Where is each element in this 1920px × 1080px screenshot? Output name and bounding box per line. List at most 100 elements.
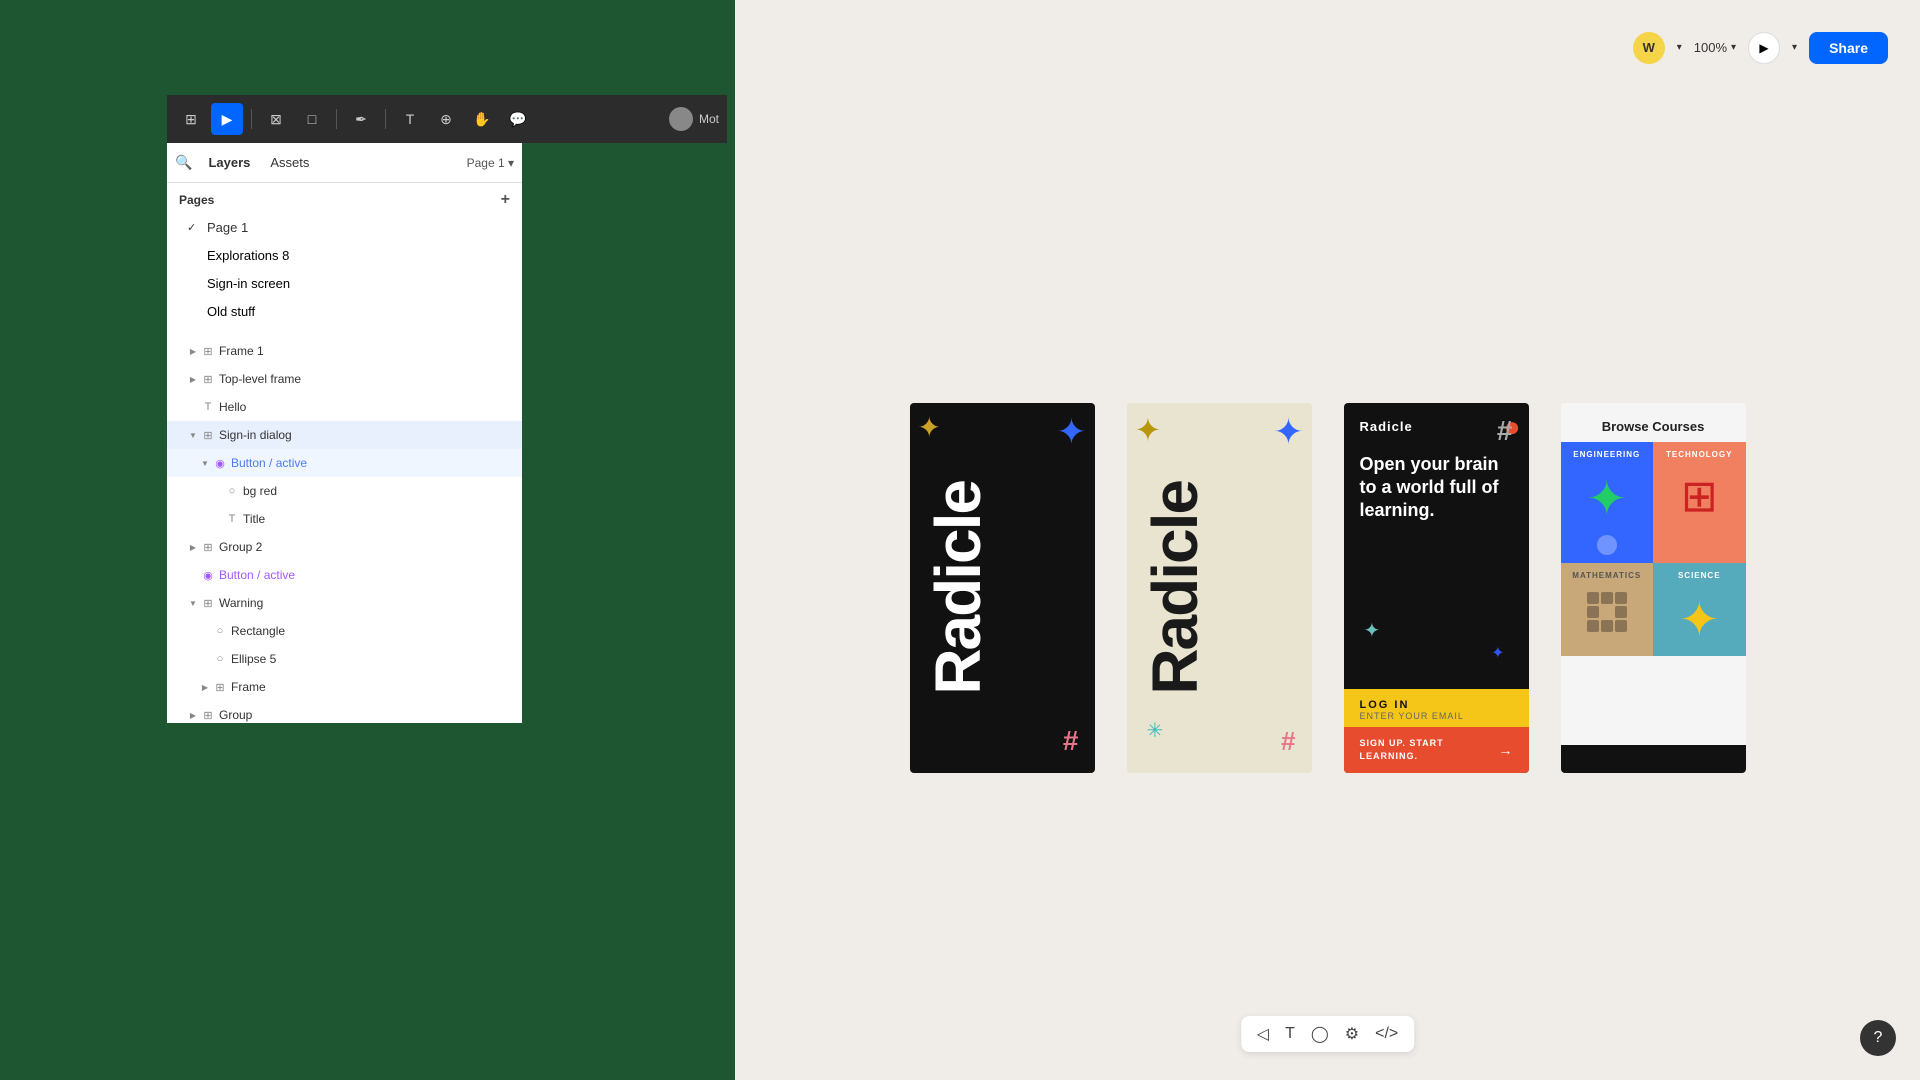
play-btn[interactable]: ▶ bbox=[1748, 32, 1780, 64]
share-btn[interactable]: Share bbox=[1809, 32, 1888, 64]
avatar-dropdown-icon[interactable]: ▾ bbox=[1677, 42, 1682, 53]
hand-tool-btn[interactable]: ✋ bbox=[466, 103, 498, 135]
pen-tool-btn[interactable]: ✒ bbox=[345, 103, 377, 135]
expand-icon-3: ▼ bbox=[187, 429, 199, 441]
rect-tool-btn[interactable]: □ bbox=[296, 103, 328, 135]
help-btn[interactable]: ? bbox=[1860, 1020, 1896, 1056]
layers-panel: 🔍 Layers Assets Page 1 ▾ Pages + ✓ Page … bbox=[167, 143, 522, 723]
layer-toplevel[interactable]: ▶ ⊞ Top-level frame bbox=[167, 365, 522, 393]
expand-icon-6: ▼ bbox=[187, 597, 199, 609]
cell-engineering[interactable]: ENGINEERING ✦ bbox=[1561, 442, 1654, 563]
text-icon-2: T bbox=[225, 512, 239, 526]
toolbar-user: Mot bbox=[669, 107, 719, 131]
layer-name-2: Top-level frame bbox=[219, 372, 301, 386]
layer-title[interactable]: T Title bbox=[167, 505, 522, 533]
hash-icon-card3: # bbox=[1497, 415, 1513, 446]
component-icon-layer: ◉ bbox=[213, 456, 227, 470]
layer-ellipse5[interactable]: ○ Ellipse 5 bbox=[167, 645, 522, 673]
circle-btn[interactable]: ◯ bbox=[1311, 1024, 1329, 1044]
add-page-btn[interactable]: + bbox=[501, 191, 510, 209]
layer-frame-inner[interactable]: ▶ ⊞ Frame bbox=[167, 673, 522, 701]
layer-signin-dialog[interactable]: ▼ ⊞ Sign-in dialog bbox=[167, 421, 522, 449]
tab-layers[interactable]: Layers bbox=[200, 151, 258, 174]
expand-icon: ▶ bbox=[187, 345, 199, 357]
deco-blue-gear-2: ✦ bbox=[1273, 411, 1303, 453]
toolbar-divider-2 bbox=[336, 109, 337, 129]
card-beige-radicle: ✦ ✦ Radicle ✳ # bbox=[1127, 403, 1312, 773]
cell-technology[interactable]: TECHNOLOGY ⊞ bbox=[1653, 442, 1746, 563]
layer-frame1[interactable]: ▶ ⊞ Frame 1 bbox=[167, 337, 522, 365]
layer-bg-red[interactable]: ○ bg red bbox=[167, 477, 522, 505]
text-tool-btn[interactable]: T bbox=[394, 103, 426, 135]
page-item-old[interactable]: Old stuff bbox=[179, 297, 510, 325]
card3-email-label: ENTER YOUR EMAIL bbox=[1360, 711, 1513, 721]
layer-hello[interactable]: T Hello bbox=[167, 393, 522, 421]
tab-assets[interactable]: Assets bbox=[262, 151, 317, 174]
hashtag-outline-icon: # bbox=[1281, 726, 1295, 756]
card3-hash: # bbox=[1497, 415, 1513, 447]
search-icon[interactable]: 🔍 bbox=[175, 154, 192, 171]
deco-star-card3-left: ✦ bbox=[1364, 618, 1381, 643]
zoom-control[interactable]: 100% ▾ bbox=[1694, 40, 1736, 55]
no-expand-2 bbox=[211, 485, 223, 497]
expand-icon-2: ▶ bbox=[187, 373, 199, 385]
code-btn[interactable]: </> bbox=[1375, 1025, 1398, 1043]
star-icon-card3-right: ✦ bbox=[1491, 645, 1504, 662]
layers-section: ▶ ⊞ Frame 1 ▶ ⊞ Top-level frame T Hello … bbox=[167, 333, 522, 723]
right-bottom-toolbar: ◁ T ◯ ⚙ </> bbox=[1241, 1016, 1414, 1052]
card3-red[interactable]: SIGN UP. START LEARNING. → bbox=[1344, 727, 1529, 772]
component-icon-2: ◉ bbox=[201, 568, 215, 582]
right-topbar: W ▾ 100% ▾ ▶ ▾ Share bbox=[735, 0, 1920, 95]
avatar bbox=[669, 107, 693, 131]
zoom-chevron-icon: ▾ bbox=[1731, 42, 1736, 53]
text-inspect-btn[interactable]: T bbox=[1285, 1025, 1295, 1043]
settings-btn[interactable]: ⚙ bbox=[1345, 1024, 1359, 1044]
cell-mathematics[interactable]: MATHEMATICS bbox=[1561, 563, 1654, 656]
card3-signup-label: SIGN UP. START LEARNING. bbox=[1360, 737, 1499, 762]
page-item-page1[interactable]: ✓ Page 1 bbox=[179, 213, 510, 241]
toolbar-divider-3 bbox=[385, 109, 386, 129]
user-avatar-btn[interactable]: W bbox=[1633, 32, 1665, 64]
page-item-signin[interactable]: Sign-in screen bbox=[179, 269, 510, 297]
hashtag-bottom-right: # bbox=[1063, 725, 1079, 757]
page-item-explorations[interactable]: Explorations 8 bbox=[179, 241, 510, 269]
no-expand-5 bbox=[199, 625, 211, 637]
layer-button-active-2[interactable]: ◉ Button / active bbox=[167, 561, 522, 589]
toolbar: ⊞ ▶ ⊠ □ ✒ T ⊕ ✋ 💬 Mot bbox=[167, 95, 727, 143]
layer-button-active[interactable]: ▼ ◉ Button / active bbox=[167, 449, 522, 477]
deco-star-teal: ✳ bbox=[1147, 718, 1164, 743]
frame-tool-btn[interactable]: ⊠ bbox=[260, 103, 292, 135]
layer-name-11: Rectangle bbox=[231, 624, 285, 638]
user-label: Mot bbox=[699, 112, 719, 126]
layer-rectangle-1[interactable]: ○ Rectangle bbox=[167, 617, 522, 645]
layer-name: Frame 1 bbox=[219, 344, 264, 358]
move-tool-btn[interactable]: ▶ bbox=[211, 103, 243, 135]
component-tool-btn[interactable]: ⊕ bbox=[430, 103, 462, 135]
science-label: SCIENCE bbox=[1678, 571, 1721, 580]
deco-dot-blue bbox=[1597, 535, 1617, 555]
layer-name-3: Hello bbox=[219, 400, 246, 414]
frame-icon-3: ⊞ bbox=[201, 428, 215, 442]
engineering-label: ENGINEERING bbox=[1573, 450, 1640, 459]
play-dropdown-icon[interactable]: ▾ bbox=[1792, 42, 1797, 53]
card3-login-label: LOG IN bbox=[1360, 699, 1513, 711]
layer-name-14: Group bbox=[219, 708, 252, 722]
cell-science[interactable]: SCIENCE ✦ bbox=[1653, 563, 1746, 656]
layer-warning[interactable]: ▼ ⊞ Warning bbox=[167, 589, 522, 617]
layer-group[interactable]: ▶ ⊞ Group bbox=[167, 701, 522, 723]
card4-bottom-bar bbox=[1561, 745, 1746, 773]
technology-label: TECHNOLOGY bbox=[1666, 450, 1732, 459]
page-select[interactable]: Page 1 ▾ bbox=[467, 156, 514, 170]
comment-tool-btn[interactable]: 💬 bbox=[502, 103, 534, 135]
layer-name-9: Button / active bbox=[219, 568, 295, 582]
expand-icon-7: ▶ bbox=[199, 681, 211, 693]
layer-name-13: Frame bbox=[231, 680, 266, 694]
back-btn[interactable]: ◁ bbox=[1257, 1024, 1269, 1044]
left-panel: ⊞ ▶ ⊠ □ ✒ T ⊕ ✋ 💬 Mot 🔍 Layers Assets Pa… bbox=[0, 0, 735, 1080]
layer-group2[interactable]: ▶ ⊞ Group 2 bbox=[167, 533, 522, 561]
expand-icon-4: ▼ bbox=[199, 457, 211, 469]
frame-icon: ⊞ bbox=[201, 344, 215, 358]
frame-icon-4: ⊞ bbox=[201, 540, 215, 554]
layers-panel-toggle[interactable]: ⊞ bbox=[175, 103, 207, 135]
shape-icon-3: ○ bbox=[213, 652, 227, 666]
